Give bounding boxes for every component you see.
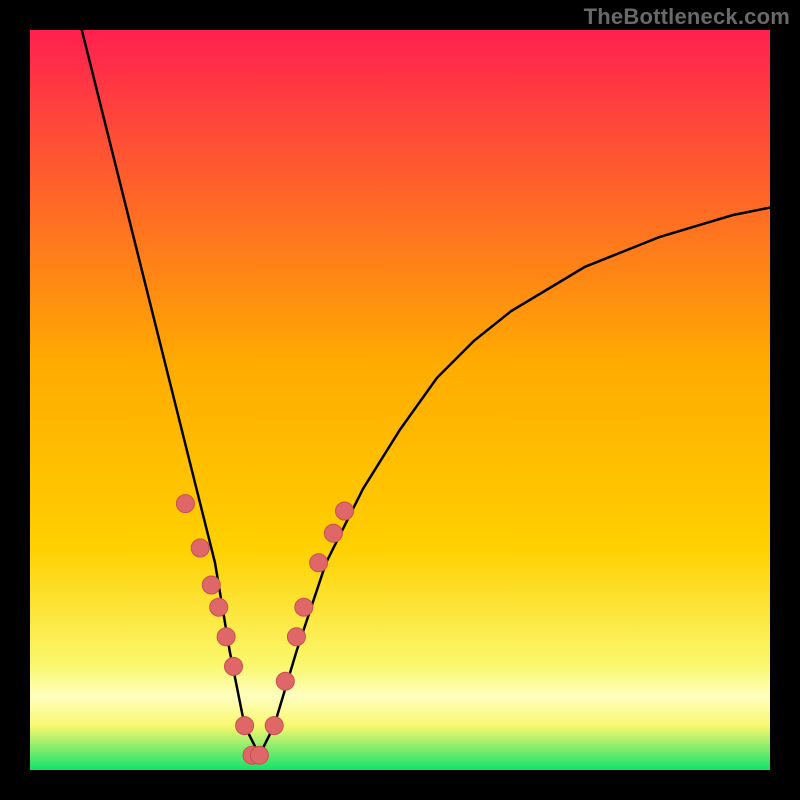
data-point: [287, 628, 305, 646]
chart-frame: TheBottleneck.com: [0, 0, 800, 800]
data-point: [336, 502, 354, 520]
watermark-text: TheBottleneck.com: [584, 4, 790, 30]
data-point: [176, 495, 194, 513]
data-point: [210, 598, 228, 616]
data-point: [225, 657, 243, 675]
data-point: [217, 628, 235, 646]
data-point: [295, 598, 313, 616]
data-point: [310, 554, 328, 572]
data-point: [324, 524, 342, 542]
gradient-background: [30, 30, 770, 770]
data-point: [265, 717, 283, 735]
data-point: [276, 672, 294, 690]
data-point: [250, 746, 268, 764]
data-point: [202, 576, 220, 594]
data-point: [236, 717, 254, 735]
bottleneck-plot: [30, 30, 770, 770]
data-point: [191, 539, 209, 557]
